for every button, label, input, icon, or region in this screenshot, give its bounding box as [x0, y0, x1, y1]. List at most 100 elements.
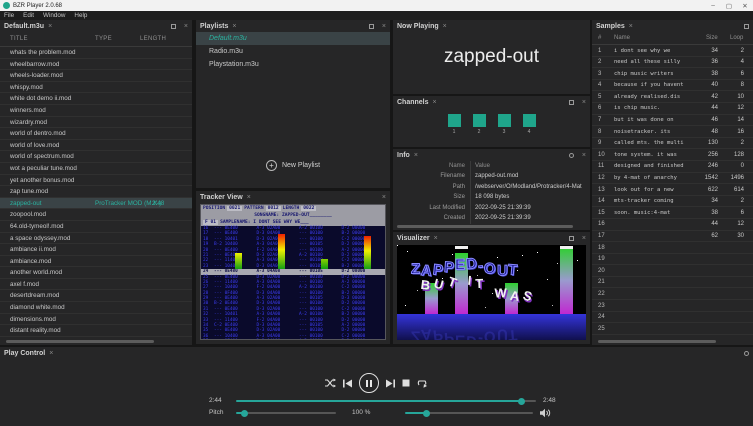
channel-toggle[interactable]: 3: [498, 114, 511, 135]
pitch-slider[interactable]: [236, 412, 336, 414]
playlist-row[interactable]: wheels-loader.mod: [0, 70, 192, 82]
sample-row[interactable]: 21: [592, 277, 753, 289]
next-track-icon[interactable]: [386, 379, 395, 388]
shuffle-icon[interactable]: [325, 378, 336, 388]
close-panel-icon[interactable]: ×: [382, 23, 386, 30]
sample-row[interactable]: 9called mts. the multi1302: [592, 138, 753, 150]
sample-row[interactable]: 22: [592, 288, 753, 300]
close-panel-icon[interactable]: ×: [582, 152, 586, 159]
float-panel-icon[interactable]: [569, 236, 574, 241]
new-playlist-button[interactable]: + New Playlist: [196, 160, 390, 171]
close-panel-icon[interactable]: ×: [582, 99, 586, 106]
repeat-icon[interactable]: [417, 378, 428, 388]
channel-toggle[interactable]: 1: [448, 114, 461, 135]
playlist-row[interactable]: wheelbarrow.mod: [0, 59, 192, 71]
playlist-row[interactable]: diamond white.mod: [0, 302, 192, 314]
play-control-close-icon[interactable]: ×: [49, 350, 53, 357]
stop-icon[interactable]: [402, 379, 410, 387]
minimize-button[interactable]: –: [705, 0, 721, 11]
playlist-row[interactable]: world of love.mod: [0, 140, 192, 152]
sample-row[interactable]: 6is chip music.4412: [592, 103, 753, 115]
playlist-hscrollbar[interactable]: [6, 340, 154, 343]
sample-row[interactable]: 19: [592, 254, 753, 266]
sample-row[interactable]: 12by 4-mat of anarchy15421496: [592, 173, 753, 185]
column-num[interactable]: #: [598, 35, 601, 41]
playlist-row[interactable]: axel f.mod: [0, 279, 192, 291]
playlist-list-item[interactable]: Radio.m3u: [196, 45, 390, 58]
column-loop[interactable]: Loop: [730, 35, 743, 41]
info-close-icon[interactable]: ×: [414, 152, 418, 159]
visualizer-close-icon[interactable]: ×: [434, 235, 438, 242]
playlist-row[interactable]: zap tune.mod: [0, 186, 192, 198]
playlist-row[interactable]: dimensions.mod: [0, 314, 192, 326]
playlist-list-item[interactable]: Default.m3u: [196, 32, 390, 45]
playlist-row[interactable]: whispy.mod: [0, 82, 192, 94]
menu-item-edit[interactable]: Edit: [23, 12, 34, 19]
volume-thumb[interactable]: [423, 410, 430, 417]
playlist-row[interactable]: world of spectrum.mod: [0, 151, 192, 163]
playlist-row[interactable]: zoopool.mod: [0, 209, 192, 221]
sample-row[interactable]: 5already realised.dis4210: [592, 91, 753, 103]
playlist-row[interactable]: white dot demo ii.mod: [0, 93, 192, 105]
sample-row[interactable]: 176230: [592, 231, 753, 243]
playlist-row[interactable]: another world.mod: [0, 267, 192, 279]
sample-row[interactable]: 164412: [592, 219, 753, 231]
menu-item-help[interactable]: Help: [74, 12, 87, 19]
seek-slider[interactable]: [236, 400, 536, 402]
column-length[interactable]: LENGTH: [140, 36, 166, 42]
close-panel-icon[interactable]: ×: [382, 194, 386, 201]
sample-row[interactable]: 4because if you havent408: [592, 80, 753, 92]
sample-row[interactable]: 20: [592, 265, 753, 277]
pause-button[interactable]: [359, 373, 379, 393]
playlist-row[interactable]: world of dentro.mod: [0, 128, 192, 140]
close-panel-icon[interactable]: ×: [184, 23, 188, 30]
seek-thumb[interactable]: [518, 398, 525, 405]
pin-icon[interactable]: [569, 153, 574, 158]
float-panel-icon[interactable]: [369, 24, 374, 29]
volume-icon[interactable]: [540, 408, 551, 418]
sample-row[interactable]: 8noisetracker. its4816: [592, 126, 753, 138]
column-title[interactable]: TITLE: [10, 36, 28, 42]
previous-track-icon[interactable]: [343, 379, 352, 388]
sample-row[interactable]: 10tone system. it was256128: [592, 149, 753, 161]
sample-row[interactable]: 24: [592, 312, 753, 324]
close-button[interactable]: ✕: [737, 0, 753, 11]
samples-hscrollbar[interactable]: [598, 340, 716, 343]
pitch-thumb[interactable]: [241, 410, 248, 417]
playlist-row[interactable]: whats the problem.mod: [0, 47, 192, 59]
float-panel-icon[interactable]: [171, 24, 176, 29]
menu-item-window[interactable]: Window: [43, 12, 65, 19]
sample-row[interactable]: 15soon. music:4-mat386: [592, 207, 753, 219]
playlist-row[interactable]: wizardry.mod: [0, 117, 192, 129]
maximize-button[interactable]: ▢: [721, 0, 737, 11]
sample-row[interactable]: 11designed and finished2460: [592, 161, 753, 173]
samples-close-icon[interactable]: ×: [629, 23, 633, 30]
playlist-tab-close-icon[interactable]: ×: [48, 23, 52, 30]
float-panel-icon[interactable]: [744, 24, 749, 29]
pin-icon[interactable]: [744, 351, 749, 356]
sample-row[interactable]: 25: [592, 323, 753, 335]
column-name[interactable]: Name: [614, 35, 630, 41]
playlist-row[interactable]: ambiance ii.mod: [0, 244, 192, 256]
channel-toggle[interactable]: 2: [473, 114, 486, 135]
menu-item-file[interactable]: File: [4, 12, 14, 19]
channels-close-icon[interactable]: ×: [433, 99, 437, 106]
playlist-row[interactable]: distant reality.mod: [0, 325, 192, 337]
tracker-tab-close-icon[interactable]: ×: [247, 194, 251, 201]
sample-row[interactable]: 23: [592, 300, 753, 312]
close-panel-icon[interactable]: ×: [582, 235, 586, 242]
playlist-row[interactable]: winners.mod: [0, 105, 192, 117]
column-type[interactable]: TYPE: [95, 36, 112, 42]
channel-toggle[interactable]: 4: [523, 114, 536, 135]
playlist-row[interactable]: zapped-outProTracker MOD (M.K.)2:48: [0, 198, 192, 210]
sample-row[interactable]: 7but it was done on4614: [592, 115, 753, 127]
sample-row[interactable]: 3chip music writers386: [592, 68, 753, 80]
playlists-tab-close-icon[interactable]: ×: [232, 23, 236, 30]
sample-row[interactable]: 1i dont see why we342: [592, 45, 753, 57]
column-size[interactable]: Size: [706, 35, 718, 41]
sample-row[interactable]: 13look out for a new622614: [592, 184, 753, 196]
playlist-row[interactable]: a space odyssey.mod: [0, 233, 192, 245]
playlist-list-item[interactable]: Playstation.m3u: [196, 58, 390, 71]
float-panel-icon[interactable]: [569, 100, 574, 105]
now-playing-close-icon[interactable]: ×: [443, 23, 447, 30]
